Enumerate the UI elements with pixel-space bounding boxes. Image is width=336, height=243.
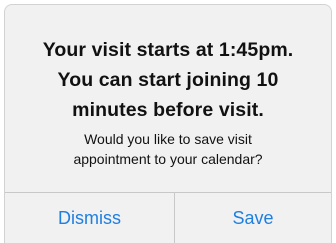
alert-title-line: You can start joining 10 [57,69,279,91]
calendar-alert-dialog: Your visit starts at 1:45pm. You can sta… [4,4,332,243]
save-button[interactable]: Save [175,193,331,243]
alert-title-line: Your visit starts at 1:45pm. [42,39,294,61]
alert-title: Your visit starts at 1:45pm. You can sta… [5,35,331,125]
alert-message: Would you like to save visit appointment… [5,129,331,169]
alert-message-line: appointment to your calendar? [73,151,263,167]
screen: Your visit starts at 1:45pm. You can sta… [0,0,336,243]
alert-title-line: minutes before visit. [72,99,264,121]
alert-message-line: Would you like to save visit [84,131,252,147]
dismiss-button[interactable]: Dismiss [5,193,174,243]
